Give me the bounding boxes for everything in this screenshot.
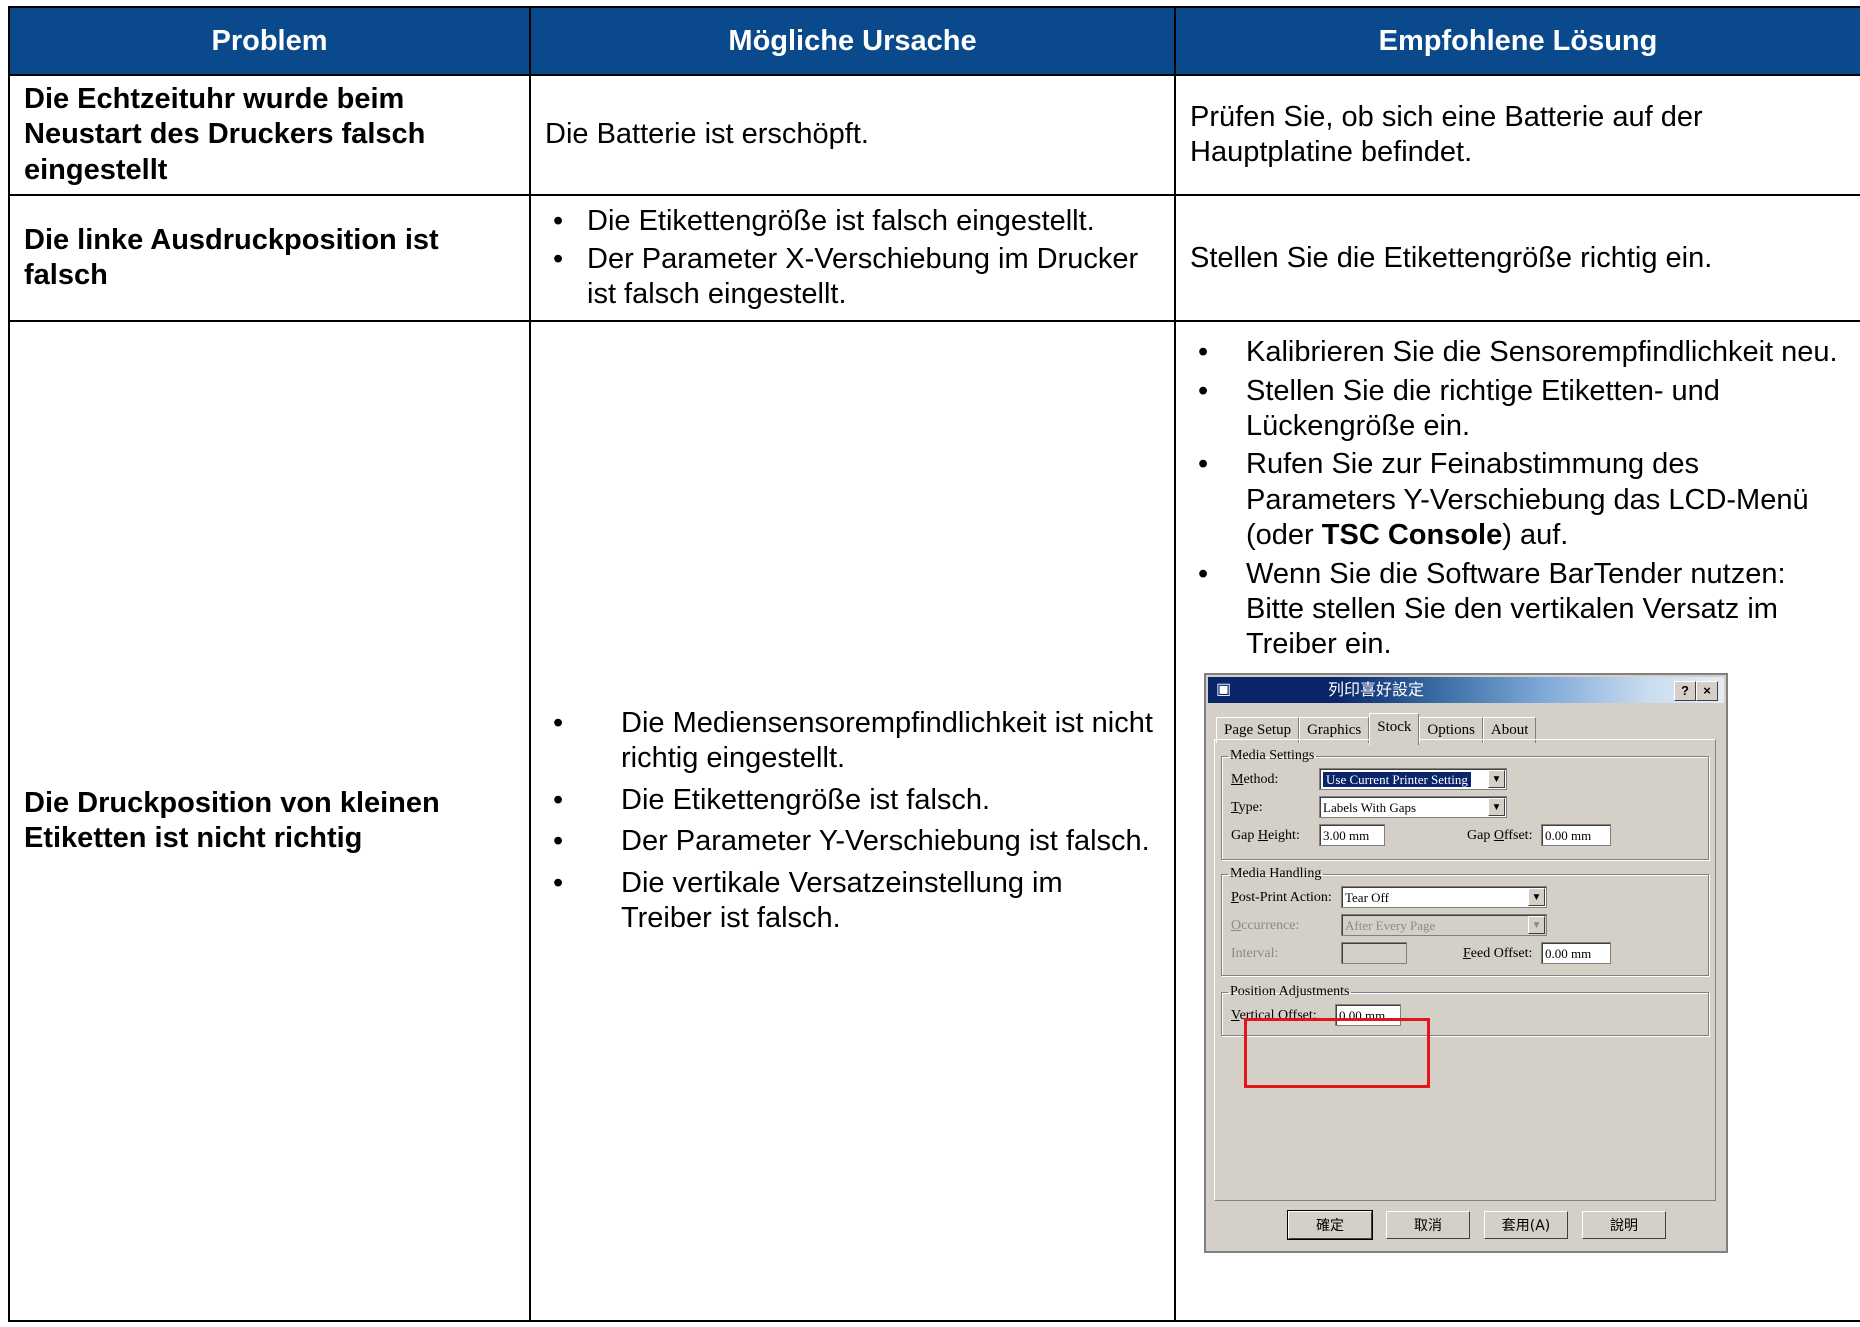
type-value: Labels With Gaps bbox=[1323, 799, 1417, 815]
post-print-select[interactable]: Tear Off ▼ bbox=[1341, 885, 1547, 908]
type-label: Type: bbox=[1231, 799, 1263, 815]
method-label: Method: bbox=[1231, 771, 1279, 787]
ok-button[interactable]: 確定 bbox=[1287, 1209, 1373, 1240]
gap-height-value: 3.00 mm bbox=[1323, 827, 1370, 843]
list-item: Stellen Sie die richtige Etiketten- und … bbox=[1190, 374, 1850, 445]
chevron-down-icon[interactable]: ▼ bbox=[1528, 887, 1545, 906]
list-item: Die vertikale Versatzeinstellung im Trei… bbox=[545, 866, 1160, 937]
problem-cell: Die Druckposition von kleinen Etiketten … bbox=[8, 320, 531, 1322]
printer-icon: ▣ bbox=[1216, 680, 1232, 698]
table-row: Die Druckposition von kleinen Etiketten … bbox=[8, 320, 1860, 1322]
table-row: Die linke Ausdruckposition ist falsch Di… bbox=[8, 194, 1860, 323]
occurrence-value: After Every Page bbox=[1345, 917, 1436, 933]
stock-tab-panel: Media Settings Method: Use Current Print… bbox=[1214, 738, 1716, 1201]
media-settings-legend: Media Settings bbox=[1230, 747, 1315, 763]
solution-text: ) auf. bbox=[1502, 519, 1569, 552]
feed-offset-label: Feed Offset: bbox=[1463, 945, 1533, 961]
gap-offset-label: Gap Offset: bbox=[1467, 827, 1533, 843]
type-select[interactable]: Labels With Gaps ▼ bbox=[1319, 795, 1507, 818]
problem-cell: Die linke Ausdruckposition ist falsch bbox=[8, 194, 531, 323]
list-item: Wenn Sie die Software BarTender nutzen: … bbox=[1190, 557, 1850, 663]
troubleshooting-table: Problem Mögliche Ursache Empfohlene Lösu… bbox=[8, 6, 1860, 1322]
close-button[interactable]: × bbox=[1696, 680, 1718, 701]
header-problem: Problem bbox=[8, 6, 531, 76]
method-label-rest: ethod: bbox=[1243, 771, 1279, 787]
apply-button[interactable]: 套用(A) bbox=[1484, 1210, 1568, 1239]
cause-list: Die Etikettengröße ist falsch eingestell… bbox=[545, 204, 1160, 312]
list-item: Kalibrieren Sie die Sensorempfindlichkei… bbox=[1190, 335, 1850, 371]
list-item: Die Mediensensorempfindlichkeit ist nich… bbox=[545, 706, 1160, 777]
table-row: Die Echtzeituhr wurde beim Neustart des … bbox=[8, 73, 1860, 197]
post-print-label: Post-Print Action: bbox=[1231, 889, 1332, 905]
interval-label: Interval: bbox=[1231, 945, 1279, 961]
dialog-titlebar[interactable]: ▣ 列印喜好設定 ? × bbox=[1208, 676, 1724, 703]
cancel-button[interactable]: 取消 bbox=[1386, 1210, 1470, 1239]
problem-cell: Die Echtzeituhr wurde beim Neustart des … bbox=[8, 73, 531, 197]
list-item: Die Etikettengröße ist falsch eingestell… bbox=[545, 204, 1160, 240]
chevron-down-icon: ▼ bbox=[1528, 915, 1545, 934]
help-button[interactable]: ? bbox=[1674, 680, 1696, 701]
list-item: Der Parameter X-Verschiebung im Drucker … bbox=[545, 242, 1160, 313]
vertical-offset-highlight bbox=[1244, 1017, 1430, 1088]
header-cause: Mögliche Ursache bbox=[529, 6, 1176, 76]
post-print-value: Tear Off bbox=[1345, 889, 1389, 905]
dialog-title: 列印喜好設定 bbox=[1328, 679, 1425, 699]
list-item: Rufen Sie zur Feinabstimmung des Paramet… bbox=[1190, 447, 1850, 553]
chevron-down-icon[interactable]: ▼ bbox=[1488, 797, 1505, 816]
gap-offset-input[interactable]: 0.00 mm bbox=[1541, 823, 1611, 846]
position-adjustments-legend: Position Adjustments bbox=[1230, 983, 1350, 999]
cause-cell: Die Batterie ist erschöpft. bbox=[529, 73, 1176, 197]
gap-height-input[interactable]: 3.00 mm bbox=[1319, 823, 1385, 846]
occurrence-select: After Every Page ▼ bbox=[1341, 913, 1547, 936]
media-handling-legend: Media Handling bbox=[1230, 865, 1322, 881]
method-select[interactable]: Use Current Printer Setting ▼ bbox=[1319, 767, 1507, 790]
cause-list: Die Mediensensorempfindlichkeit ist nich… bbox=[545, 706, 1160, 936]
table-header-row: Problem Mögliche Ursache Empfohlene Lösu… bbox=[8, 6, 1860, 76]
chevron-down-icon[interactable]: ▼ bbox=[1488, 769, 1505, 788]
solution-cell: Kalibrieren Sie die Sensorempfindlichkei… bbox=[1174, 320, 1860, 1322]
tab-stock[interactable]: Stock bbox=[1369, 712, 1420, 745]
interval-input bbox=[1341, 941, 1407, 964]
dialog-tabs: Page Setup Graphics Stock Options About bbox=[1216, 712, 1537, 745]
method-value: Use Current Printer Setting bbox=[1323, 771, 1471, 787]
solution-list: Kalibrieren Sie die Sensorempfindlichkei… bbox=[1190, 335, 1850, 662]
printing-preferences-dialog: ▣ 列印喜好設定 ? × Page Setup Graphics Stock O… bbox=[1204, 672, 1728, 1253]
gap-height-label: Gap Height: bbox=[1231, 827, 1300, 843]
header-solution: Empfohlene Lösung bbox=[1174, 6, 1860, 76]
list-item: Die Etikettengröße ist falsch. bbox=[545, 783, 1160, 819]
gap-offset-value: 0.00 mm bbox=[1545, 827, 1592, 843]
solution-cell: Prüfen Sie, ob sich eine Batterie auf de… bbox=[1174, 73, 1860, 197]
cause-cell: Die Etikettengröße ist falsch eingestell… bbox=[529, 194, 1176, 323]
feed-offset-input[interactable]: 0.00 mm bbox=[1541, 941, 1611, 964]
solution-cell: Stellen Sie die Etikettengröße richtig e… bbox=[1174, 194, 1860, 323]
feed-offset-value: 0.00 mm bbox=[1545, 945, 1592, 961]
help-dialog-button[interactable]: 說明 bbox=[1582, 1210, 1666, 1239]
tsc-console-term: TSC Console bbox=[1321, 519, 1503, 552]
list-item: Der Parameter Y-Verschiebung ist falsch. bbox=[545, 824, 1160, 860]
cause-cell: Die Mediensensorempfindlichkeit ist nich… bbox=[529, 320, 1176, 1322]
occurrence-label: Occurrence: bbox=[1231, 917, 1300, 933]
